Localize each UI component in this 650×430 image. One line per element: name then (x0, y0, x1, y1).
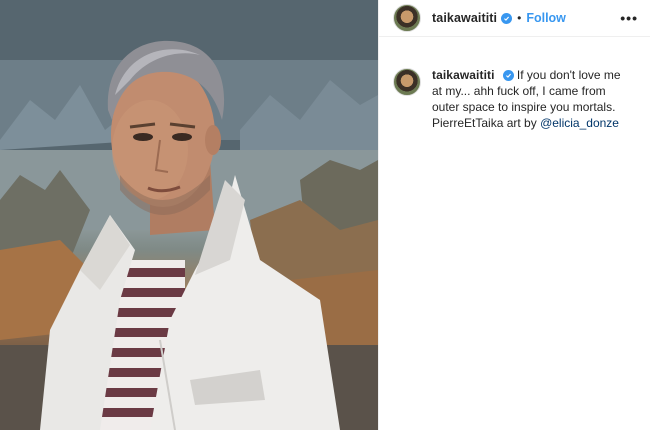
more-options-icon[interactable]: ••• (620, 10, 638, 26)
portrait-painting (0, 0, 378, 430)
caption-username-link[interactable]: taikawaititi (432, 68, 495, 82)
username-link[interactable]: taikawaititi (432, 11, 497, 25)
avatar[interactable] (393, 4, 421, 32)
caption-text: taikawaititi If you don't love me at my.… (432, 67, 632, 131)
separator-dot: • (517, 11, 522, 25)
post-sidebar: taikawaititi • Follow ••• taikawaititi I… (378, 0, 650, 430)
verified-badge-icon (502, 70, 514, 81)
post-photo[interactable] (0, 0, 378, 430)
verified-badge-icon (501, 12, 513, 24)
follow-button[interactable]: Follow (526, 11, 566, 25)
instagram-post: taikawaititi • Follow ••• taikawaititi I… (0, 0, 650, 430)
mention-link[interactable]: @elicia_donze (540, 116, 619, 130)
post-header: taikawaititi • Follow ••• (379, 0, 650, 37)
avatar[interactable] (393, 68, 421, 96)
caption-comment: taikawaititi If you don't love me at my.… (379, 37, 650, 131)
